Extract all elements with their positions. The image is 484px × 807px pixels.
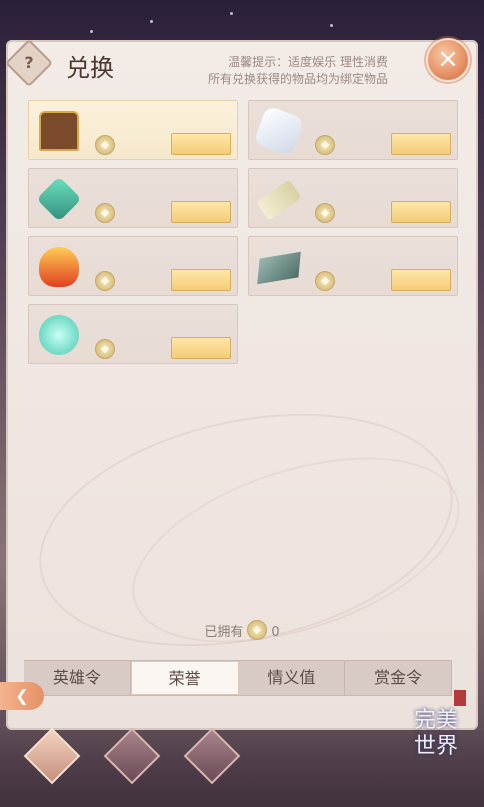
item-thumbnail <box>251 103 307 159</box>
owned-currency: 已拥有 0 <box>0 616 484 640</box>
${}it.icon}-icon <box>257 251 301 285</box>
buy-button[interactable] <box>391 133 451 155</box>
item-thumbnail <box>251 171 307 227</box>
buy-button[interactable] <box>171 201 231 223</box>
currency-tabs: 英雄令 荣誉 情义值 赏金令 <box>24 660 452 696</box>
nav-frame <box>103 727 161 785</box>
nav-item[interactable] <box>178 727 248 807</box>
coin-icon <box>95 203 115 223</box>
currency-tab[interactable]: 情义值 <box>239 661 346 695</box>
coin-icon <box>315 203 335 223</box>
shop-item[interactable] <box>248 100 458 160</box>
shop-item[interactable] <box>28 304 238 364</box>
buy-button[interactable] <box>391 201 451 223</box>
${}it.icon}-icon <box>39 111 79 151</box>
close-button[interactable]: × <box>426 38 470 82</box>
coin-icon <box>95 339 115 359</box>
nav-item[interactable] <box>18 727 88 807</box>
${}it.icon}-icon <box>36 176 82 222</box>
coin-icon <box>315 271 335 291</box>
logo-seal <box>454 690 466 706</box>
coin-icon <box>247 620 268 640</box>
nav-item[interactable] <box>98 727 168 807</box>
shop-item[interactable] <box>28 236 238 296</box>
buy-button[interactable] <box>171 269 231 291</box>
item-thumbnail <box>31 239 87 295</box>
sparkle <box>150 20 153 23</box>
coin-icon <box>95 271 115 291</box>
sparkle <box>330 24 333 27</box>
sparkle <box>90 30 93 33</box>
${}it.icon}-icon <box>256 179 302 221</box>
item-thumbnail <box>251 239 307 295</box>
${}it.icon}-icon <box>39 247 79 287</box>
shop-item[interactable] <box>248 236 458 296</box>
shop-item[interactable] <box>28 100 238 160</box>
tip-text: 温馨提示：适度娱乐 理性消费 所有兑换获得的物品均为绑定物品 <box>207 55 388 86</box>
game-logo: 完美世界 <box>406 690 466 790</box>
page-title: 兑换 <box>66 54 114 82</box>
coin-icon <box>315 135 335 155</box>
shop-item[interactable] <box>248 168 458 228</box>
currency-tab[interactable]: 荣誉 <box>130 661 239 695</box>
sparkle <box>230 12 233 15</box>
${}it.icon}-icon <box>39 315 79 355</box>
coin-icon <box>95 135 115 155</box>
nav-frame <box>183 727 241 785</box>
buy-button[interactable] <box>171 337 231 359</box>
item-thumbnail <box>31 103 87 159</box>
collapse-arrow-icon[interactable]: ❮ <box>0 682 44 710</box>
item-thumbnail <box>31 307 87 363</box>
${}it.icon}-icon <box>253 105 305 157</box>
item-thumbnail <box>31 171 87 227</box>
buy-button[interactable] <box>171 133 231 155</box>
shop-item[interactable] <box>28 168 238 228</box>
nav-frame <box>23 727 81 785</box>
buy-button[interactable] <box>391 269 451 291</box>
